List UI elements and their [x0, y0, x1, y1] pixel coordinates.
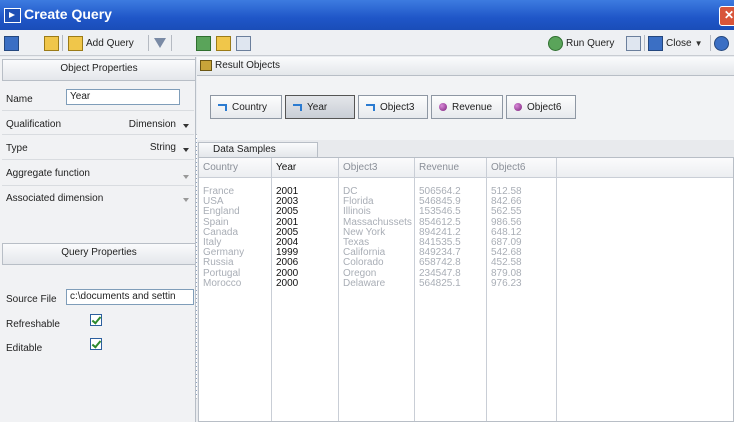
result-objects-icon	[200, 60, 212, 71]
close-window-button[interactable]: ✕	[719, 6, 734, 26]
result-object-label: Country	[232, 101, 268, 113]
right-panel: Result Objects Country Year Object3 Reve…	[197, 57, 734, 422]
filter-icon[interactable]	[154, 38, 166, 48]
close-label: Close	[666, 37, 692, 49]
object-properties-header: Object Properties	[2, 59, 196, 81]
result-object-country[interactable]: Country	[210, 95, 282, 119]
column-values: 506564.2 546845.9 153546.5 854612.5 894241.2…	[419, 186, 461, 289]
source-file-label: Source File	[6, 294, 57, 305]
chevron-down-icon[interactable]	[183, 175, 189, 179]
column-values: France USA England Spain Canada Italy Germany R…	[203, 186, 244, 289]
help-icon[interactable]	[714, 35, 729, 51]
source-file-input[interactable]: c:\documents and settin	[66, 289, 194, 305]
title-bar: Create Query ✕	[0, 0, 734, 30]
column-header[interactable]: Revenue	[415, 158, 486, 178]
properties-icon[interactable]	[236, 35, 251, 51]
column-country: Country France USA England Spain Canada Italy…	[199, 158, 272, 421]
column-header[interactable]: Object6	[487, 158, 556, 178]
toolbar-separator	[171, 35, 172, 51]
result-object-object6[interactable]: Object6	[506, 95, 576, 119]
run-query-button[interactable]: Run Query	[548, 34, 614, 52]
column-header[interactable]: Country	[199, 158, 271, 178]
column-header[interactable]: Year	[272, 158, 338, 178]
column-values: 512.58 842.66 562.55 986.56 648.12 687.09 542.…	[491, 186, 522, 289]
refreshable-checkbox[interactable]	[90, 314, 102, 326]
result-object-revenue[interactable]: Revenue	[431, 95, 503, 119]
result-object-label: Object3	[380, 101, 415, 113]
toolbar-separator	[148, 35, 149, 51]
chevron-down-icon: ▼	[694, 38, 703, 48]
run-query-icon	[548, 35, 563, 51]
add-query-button[interactable]: Add Query	[68, 34, 134, 52]
column-values: 2001 2003 2005 2001 2005 2004 1999 2006 2000 2000	[276, 186, 299, 289]
data-samples-tab[interactable]: Data Samples	[198, 142, 318, 157]
refreshable-label: Refreshable	[6, 319, 60, 330]
chart-icon[interactable]	[196, 35, 211, 51]
cell: Morocco	[203, 277, 242, 289]
new-query-icon[interactable]	[4, 35, 19, 51]
column-values: DC Florida Illinois Massachussets New York Te…	[343, 186, 412, 289]
add-query-icon	[68, 35, 83, 51]
result-objects-title: Result Objects	[215, 60, 281, 71]
cell: Delaware	[343, 277, 386, 289]
name-input[interactable]: Year	[66, 89, 180, 105]
associated-dimension-label: Associated dimension	[6, 193, 104, 204]
result-object-label: Year	[307, 101, 328, 113]
result-object-label: Object6	[527, 101, 562, 113]
toolbar-separator	[644, 35, 645, 51]
pencil-icon[interactable]	[216, 35, 231, 51]
toolbar-separator	[62, 35, 63, 51]
chevron-down-icon[interactable]	[183, 148, 189, 152]
app-icon	[4, 8, 21, 23]
row-divider	[2, 134, 194, 135]
result-objects-area[interactable]: Country Year Object3 Revenue Object6	[197, 76, 734, 140]
empty-header-filler	[557, 158, 733, 178]
measure-icon	[514, 103, 522, 111]
cell: 976.23	[491, 277, 522, 289]
close-button[interactable]: Close ▼	[648, 34, 703, 52]
column-year: Year 2001 2003 2005 2001 2005 2004 1999 2006 200…	[272, 158, 339, 421]
add-query-label: Add Query	[86, 37, 134, 49]
column-object3: Object3 DC Florida Illinois Massachussets Ne…	[339, 158, 415, 421]
chevron-down-icon[interactable]	[183, 124, 189, 128]
qualification-label: Qualification	[6, 119, 62, 130]
row-divider	[2, 185, 194, 186]
dimension-icon	[366, 103, 375, 111]
data-samples-grid: Country France USA England Spain Canada Italy…	[198, 157, 734, 422]
dimension-icon	[293, 103, 302, 111]
editable-checkbox[interactable]	[90, 338, 102, 350]
cell: 2000	[276, 277, 299, 289]
result-objects-header: Result Objects	[197, 57, 734, 76]
result-object-year[interactable]: Year	[285, 95, 355, 119]
type-select[interactable]: String	[100, 142, 176, 153]
type-label: Type	[6, 143, 28, 154]
left-panel: Object Properties Name Year Qualificatio…	[0, 57, 196, 422]
users-icon[interactable]	[44, 35, 59, 51]
dimension-icon	[218, 103, 227, 111]
column-header[interactable]: Object3	[339, 158, 414, 178]
row-divider	[2, 159, 194, 160]
run-query-label: Run Query	[566, 37, 615, 49]
aggregate-function-label: Aggregate function	[6, 168, 90, 179]
name-label: Name	[6, 94, 33, 105]
measure-icon	[439, 103, 447, 111]
chevron-down-icon[interactable]	[183, 198, 189, 202]
cell: 564825.1	[419, 277, 461, 289]
result-object-object3[interactable]: Object3	[358, 95, 428, 119]
row-divider	[2, 110, 194, 111]
qualification-select[interactable]: Dimension	[100, 119, 176, 130]
editable-label: Editable	[6, 343, 43, 354]
query-properties-header: Query Properties	[2, 243, 196, 265]
window-title: Create Query	[24, 6, 112, 22]
column-revenue: Revenue 506564.2 546845.9 153546.5 854612.5…	[415, 158, 487, 421]
result-object-label: Revenue	[452, 101, 493, 113]
broom-icon[interactable]	[626, 35, 641, 51]
close-doc-icon	[648, 35, 663, 51]
column-object6: Object6 512.58 842.66 562.55 986.56 648.12 68…	[487, 158, 557, 421]
toolbar-separator	[710, 35, 711, 51]
toolbar: Add Query Run Query Close ▼	[0, 30, 734, 399]
